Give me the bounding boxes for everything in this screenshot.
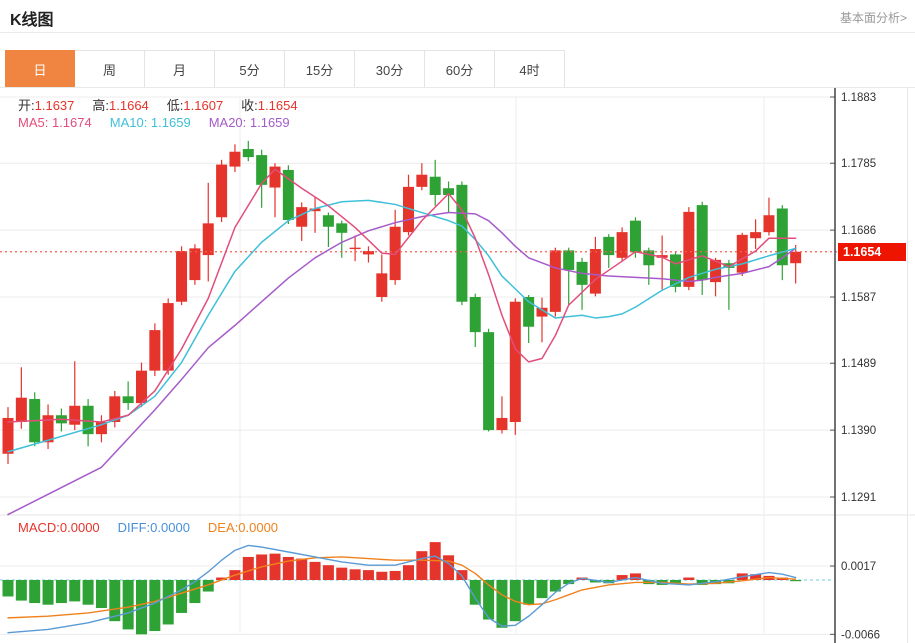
kline-canvas[interactable]: 1.1883 1.1785 1.1686 1.1587 1.1489 1.1390 1.12…: [0, 88, 915, 643]
svg-text:1.1390: 1.1390: [841, 425, 876, 437]
svg-text:1.1291: 1.1291: [841, 492, 876, 504]
tab-5min[interactable]: 5分: [215, 50, 285, 88]
chart-area: 1.1883 1.1785 1.1686 1.1587 1.1489 1.1390 1.12…: [0, 88, 915, 643]
svg-text:1.1883: 1.1883: [841, 92, 876, 104]
svg-text:-0.0066: -0.0066: [841, 629, 880, 641]
tab-day[interactable]: 日: [5, 50, 75, 88]
svg-text:0.0017: 0.0017: [841, 561, 876, 573]
svg-text:1.1785: 1.1785: [841, 158, 876, 170]
kline-widget: K线图 基本面分析> 日周月5分15分30分60分4时 1.1883 1.1785…: [0, 0, 915, 643]
svg-text:1.1489: 1.1489: [841, 358, 876, 370]
tab-30min[interactable]: 30分: [355, 50, 425, 88]
current-price-tag: 1.1654: [838, 243, 906, 261]
svg-text:1.1686: 1.1686: [841, 225, 876, 237]
tab-4hour[interactable]: 4时: [495, 50, 565, 88]
tab-week[interactable]: 周: [75, 50, 145, 88]
tab-60min[interactable]: 60分: [425, 50, 495, 88]
svg-text:1.1587: 1.1587: [841, 292, 876, 304]
period-tabbar: 日周月5分15分30分60分4时: [5, 50, 565, 88]
page-title: K线图: [10, 6, 54, 30]
widget-header: K线图 基本面分析>: [0, 0, 915, 33]
fundamental-analysis-link[interactable]: 基本面分析>: [840, 9, 907, 26]
tab-15min[interactable]: 15分: [285, 50, 355, 88]
tab-month[interactable]: 月: [145, 50, 215, 88]
